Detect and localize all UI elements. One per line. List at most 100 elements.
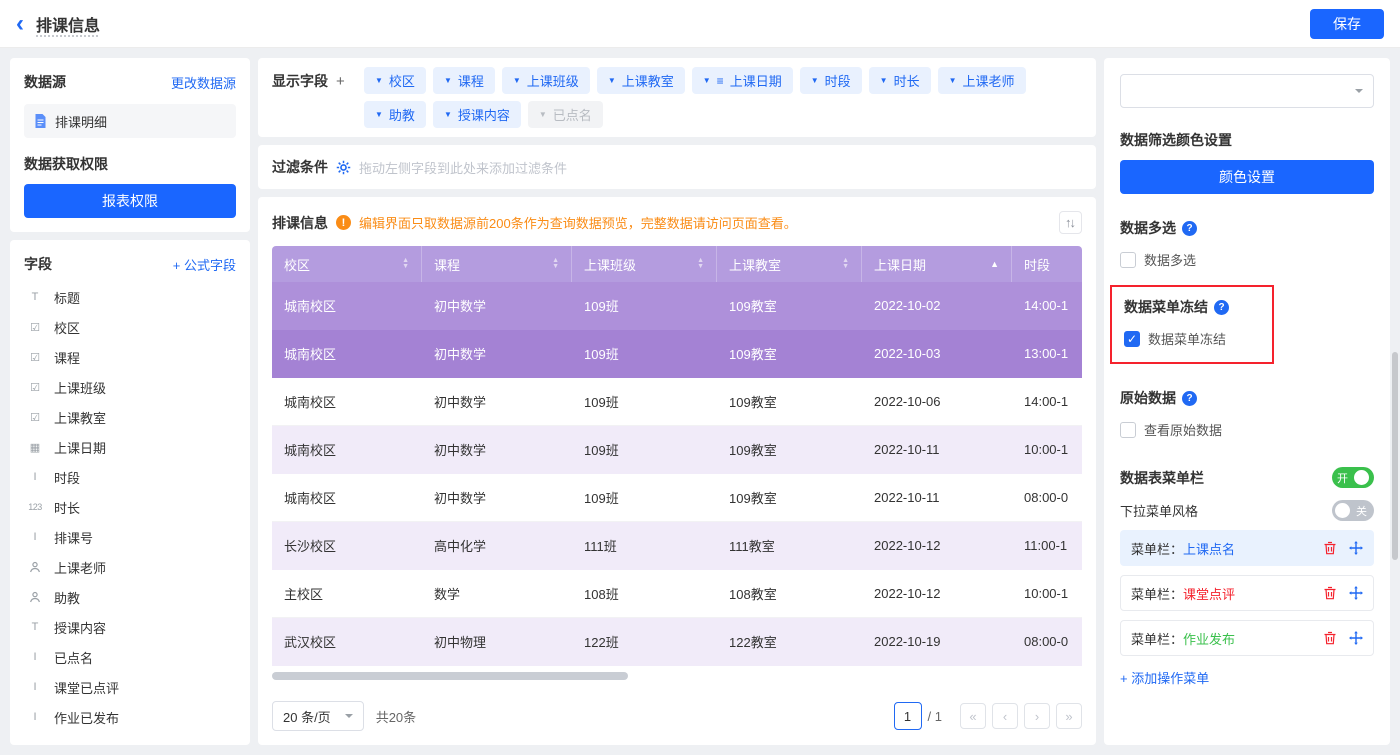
field-item[interactable]: ▦上课日期 <box>24 432 236 462</box>
data-permission-title: 数据获取权限 <box>24 154 236 174</box>
move-icon[interactable] <box>1349 541 1363 555</box>
sort-icon[interactable]: ▲▼ <box>842 258 849 270</box>
table-row[interactable]: 城南校区初中数学109班109教室2022-10-0614:00-1 <box>272 378 1082 426</box>
table-cell: 高中化学 <box>422 522 572 569</box>
prev-page-button[interactable]: ‹ <box>992 703 1018 729</box>
menu-freeze-checkbox[interactable] <box>1124 331 1140 347</box>
gear-icon[interactable] <box>336 160 351 175</box>
field-item[interactable]: ☑校区 <box>24 312 236 342</box>
trash-icon[interactable] <box>1323 631 1337 645</box>
sort-order-button[interactable]: ↑↓ <box>1059 211 1082 234</box>
chip-label: 时长 <box>894 71 920 90</box>
column-header[interactable]: 上课教室▲▼ <box>717 246 862 282</box>
page-title[interactable]: 排课信息 <box>36 12 100 36</box>
dropdown-style-toggle[interactable]: 关 <box>1332 500 1374 521</box>
column-label: 时段 <box>1024 255 1050 274</box>
sort-icon[interactable]: ▲▼ <box>402 258 409 270</box>
help-icon[interactable] <box>1214 300 1229 315</box>
table-row[interactable]: 城南校区初中数学109班109教室2022-10-0313:00-1 <box>272 330 1082 378</box>
display-field-chip[interactable]: ▼时长 <box>869 67 931 94</box>
sort-icon[interactable]: ▲▼ <box>697 258 704 270</box>
table-row[interactable]: 长沙校区高中化学111班111教室2022-10-1211:00-1 <box>272 522 1082 570</box>
menu-bar-item[interactable]: 菜单栏：作业发布 <box>1120 620 1374 656</box>
field-item[interactable]: I课堂已点评 <box>24 672 236 702</box>
display-field-chip[interactable]: ▼校区 <box>364 67 426 94</box>
add-operation-menu-link[interactable]: + 添加操作菜单 <box>1120 668 1209 687</box>
display-field-chip[interactable]: ▼课程 <box>433 67 495 94</box>
display-field-chip[interactable]: ▼≡上课日期 <box>692 67 793 94</box>
field-item[interactable]: I已点名 <box>24 642 236 672</box>
column-header[interactable]: 时段▲▼ <box>1012 246 1082 282</box>
report-permission-button[interactable]: 报表权限 <box>24 184 236 218</box>
column-header[interactable]: 课程▲▼ <box>422 246 572 282</box>
table-row[interactable]: 城南校区初中数学109班109教室2022-10-1108:00-0 <box>272 474 1082 522</box>
column-header[interactable]: 校区▲▼ <box>272 246 422 282</box>
field-item[interactable]: 123时长 <box>24 492 236 522</box>
table-menu-toggle[interactable]: 开 <box>1332 467 1374 488</box>
add-formula-field-link[interactable]: + 公式字段 <box>173 255 236 274</box>
sort-icon[interactable]: ▲ <box>990 260 999 269</box>
chip-label: 上课教室 <box>622 71 674 90</box>
menu-bar-item[interactable]: 菜单栏：上课点名 <box>1120 530 1374 566</box>
help-icon[interactable] <box>1182 221 1197 236</box>
field-item[interactable]: I时段 <box>24 462 236 492</box>
table-cell: 109教室 <box>717 426 862 473</box>
table-row[interactable]: 武汉校区初中物理122班122教室2022-10-1908:00-0 <box>272 618 1082 666</box>
field-item[interactable]: T授课内容 <box>24 612 236 642</box>
table-row[interactable]: 城南校区初中数学109班109教室2022-10-0214:00-1 <box>272 282 1082 330</box>
field-item[interactable]: T标题 <box>24 282 236 312</box>
change-datasource-link[interactable]: 更改数据源 <box>171 73 236 92</box>
column-header[interactable]: 上课日期▲ <box>862 246 1012 282</box>
multi-select-checkbox[interactable] <box>1120 252 1136 268</box>
back-button[interactable]: ‹ <box>16 12 24 36</box>
datasource-item[interactable]: 排课明细 <box>24 104 236 138</box>
scrollbar-thumb[interactable] <box>272 672 628 680</box>
field-item[interactable]: 助教 <box>24 582 236 612</box>
save-button[interactable]: 保存 <box>1310 9 1384 39</box>
date-field-icon: ▦ <box>24 441 46 454</box>
column-header[interactable]: 上课班级▲▼ <box>572 246 717 282</box>
field-item[interactable]: I排课号 <box>24 522 236 552</box>
table-row[interactable]: 城南校区初中数学109班109教室2022-10-1110:00-1 <box>272 426 1082 474</box>
sort-icon[interactable]: ▲▼ <box>552 258 559 270</box>
page-size-select[interactable]: 20 条/页 <box>272 701 364 731</box>
horizontal-scrollbar[interactable] <box>272 672 1082 680</box>
menu-bar-item[interactable]: 菜单栏：课堂点评 <box>1120 575 1374 611</box>
trash-icon[interactable] <box>1323 541 1337 555</box>
display-field-chip[interactable]: ▼助教 <box>364 101 426 128</box>
help-icon[interactable] <box>1182 391 1197 406</box>
filter-panel: 过滤条件 拖动左侧字段到此处来添加过滤条件 <box>258 145 1096 189</box>
move-icon[interactable] <box>1349 586 1363 600</box>
chip-label: 校区 <box>389 71 415 90</box>
move-icon[interactable] <box>1349 631 1363 645</box>
display-field-chip[interactable]: ▼上课老师 <box>938 67 1026 94</box>
field-item[interactable]: I作业已发布 <box>24 702 236 732</box>
vertical-scrollbar[interactable] <box>1392 352 1398 560</box>
display-field-chip[interactable]: ▼已点名 <box>528 101 603 128</box>
menu-freeze-checkbox-row[interactable]: 数据菜单冻结 <box>1124 329 1260 348</box>
display-field-chip[interactable]: ▼时段 <box>800 67 862 94</box>
current-page-input[interactable]: 1 <box>894 702 922 730</box>
field-item[interactable]: ☑上课教室 <box>24 402 236 432</box>
field-item[interactable]: ☑上课班级 <box>24 372 236 402</box>
filter-dropzone[interactable]: 拖动左侧字段到此处来添加过滤条件 <box>359 158 567 177</box>
last-page-button[interactable]: » <box>1056 703 1082 729</box>
add-display-field-button[interactable]: + <box>336 73 345 90</box>
display-field-chip[interactable]: ▼上课班级 <box>502 67 590 94</box>
trash-icon[interactable] <box>1323 586 1337 600</box>
display-field-chip[interactable]: ▼上课教室 <box>597 67 685 94</box>
raw-data-checkbox[interactable] <box>1120 422 1136 438</box>
table-row[interactable]: 主校区数学108班108教室2022-10-1210:00-1 <box>272 570 1082 618</box>
field-item[interactable]: 上课老师 <box>24 552 236 582</box>
right-panel-select[interactable] <box>1120 74 1374 108</box>
display-field-chip[interactable]: ▼授课内容 <box>433 101 521 128</box>
table-cell: 109班 <box>572 378 717 425</box>
color-settings-button[interactable]: 颜色设置 <box>1120 160 1374 194</box>
multi-select-checkbox-row[interactable]: 数据多选 <box>1120 250 1374 269</box>
table-cell: 109班 <box>572 426 717 473</box>
field-item[interactable]: ☑课程 <box>24 342 236 372</box>
raw-data-checkbox-row[interactable]: 查看原始数据 <box>1120 420 1374 439</box>
next-page-button[interactable]: › <box>1024 703 1050 729</box>
field-label: 排课号 <box>54 528 93 547</box>
first-page-button[interactable]: « <box>960 703 986 729</box>
